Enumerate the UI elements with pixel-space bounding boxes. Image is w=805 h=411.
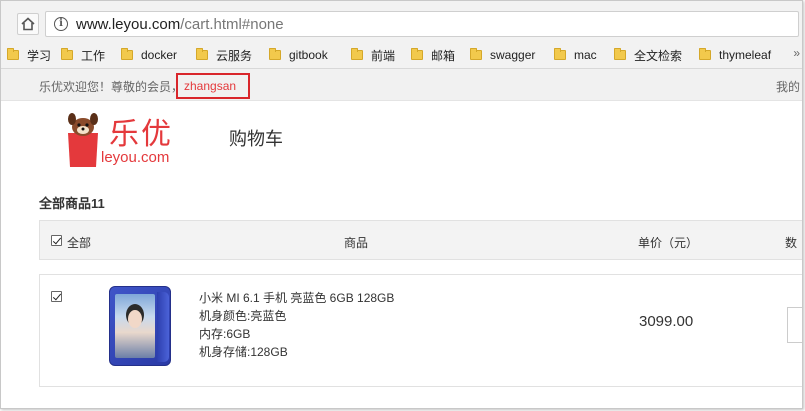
bookmark-frontend[interactable]: 前端 xyxy=(351,47,395,63)
home-button[interactable] xyxy=(17,13,39,35)
folder-icon xyxy=(470,48,482,60)
folder-icon xyxy=(7,48,19,60)
site-top-bar: 乐优欢迎您！尊敬的会员， zhangsan 我的 xyxy=(1,69,802,101)
cart-item-row: 小米 MI 6.1 手机 亮蓝色 6GB 128GB 机身颜色:亮蓝色 内存:6… xyxy=(39,274,802,387)
product-attr-memory: 内存:6GB xyxy=(199,327,251,341)
browser-window: i www.leyou.com/cart.html#none 学习 工作 doc… xyxy=(0,0,803,409)
bookmark-thymeleaf[interactable]: thymeleaf xyxy=(699,47,771,63)
url-text: www.leyou.com/cart.html#none xyxy=(76,16,284,33)
bookmark-work[interactable]: 工作 xyxy=(61,47,105,63)
bookmark-label: 全文检索 xyxy=(634,48,683,63)
folder-icon xyxy=(411,48,423,60)
phone-screen xyxy=(115,294,155,358)
product-unit-price: 3099.00 xyxy=(639,313,694,330)
item-checkbox[interactable] xyxy=(51,291,62,302)
cart-table-header: 全部 商品 单价（元） 数 xyxy=(39,220,802,260)
bookmark-gitbook[interactable]: gitbook xyxy=(269,47,328,63)
folder-icon xyxy=(196,48,208,60)
bookmark-learning[interactable]: 学习 xyxy=(7,47,51,63)
logo-domain: leyou.com xyxy=(101,149,170,166)
bookmark-fulltext-search[interactable]: 全文检索 xyxy=(614,47,682,63)
bookmark-label: gitbook xyxy=(289,48,328,62)
bookmark-label: swagger xyxy=(490,48,536,62)
page-title: 购物车 xyxy=(229,129,283,149)
bookmark-docker[interactable]: docker xyxy=(121,47,177,63)
bookmark-label: 邮箱 xyxy=(431,48,456,63)
folder-icon xyxy=(269,48,281,60)
info-icon[interactable]: i xyxy=(54,17,68,31)
username-link[interactable]: zhangsan xyxy=(184,79,236,93)
bookmark-label: 工作 xyxy=(81,48,106,63)
all-items-count[interactable]: 全部商品11 xyxy=(39,193,105,212)
welcome-text: 乐优欢迎您！尊敬的会员， xyxy=(39,80,184,94)
bookmark-label: mac xyxy=(574,48,597,62)
phone-edge xyxy=(157,292,169,362)
bookmarks-bar: 学习 工作 docker 云服务 gitbook 前端 邮箱 swagger m… xyxy=(1,41,802,69)
select-all-checkbox[interactable] xyxy=(51,235,62,246)
column-product: 商品 xyxy=(344,236,369,250)
folder-icon xyxy=(554,48,566,60)
my-account-link[interactable]: 我的 xyxy=(776,78,800,95)
url-input[interactable]: i www.leyou.com/cart.html#none xyxy=(45,11,799,37)
bookmark-mac[interactable]: mac xyxy=(554,47,597,63)
bookmark-cloud[interactable]: 云服务 xyxy=(196,47,252,63)
bookmarks-overflow-icon[interactable]: » xyxy=(793,46,800,60)
folder-icon xyxy=(61,48,73,60)
bookmark-label: 学习 xyxy=(27,48,52,63)
select-all-label[interactable]: 全部 xyxy=(67,234,91,251)
folder-icon xyxy=(351,48,363,60)
column-unit-price: 单价（元） xyxy=(638,236,699,250)
bookmark-label: docker xyxy=(141,48,178,62)
home-icon xyxy=(21,17,35,31)
bookmark-label: 云服务 xyxy=(216,48,253,63)
product-image[interactable] xyxy=(109,286,171,366)
url-host: www.leyou.com xyxy=(76,16,181,33)
folder-icon xyxy=(614,48,626,60)
url-path: /cart.html#none xyxy=(180,16,284,33)
product-attr-storage: 机身存储:128GB xyxy=(199,345,288,359)
address-bar-row: i www.leyou.com/cart.html#none xyxy=(1,1,802,41)
folder-icon xyxy=(699,48,711,60)
bookmark-email[interactable]: 邮箱 xyxy=(411,47,455,63)
phone-wallpaper-face xyxy=(128,310,142,328)
product-attr-color: 机身颜色:亮蓝色 xyxy=(199,309,287,323)
folder-icon xyxy=(121,48,133,60)
product-name[interactable]: 小米 MI 6.1 手机 亮蓝色 6GB 128GB xyxy=(199,289,394,306)
column-quantity: 数 xyxy=(785,236,798,250)
logo-text: 乐优 xyxy=(109,117,173,152)
bookmark-label: 前端 xyxy=(371,48,396,63)
bookmark-label: thymeleaf xyxy=(719,48,772,62)
bookmark-swagger[interactable]: swagger xyxy=(470,47,535,63)
site-logo[interactable]: 乐优 leyou.com xyxy=(65,109,183,171)
username-highlight[interactable]: zhangsan xyxy=(176,73,250,99)
quantity-stepper[interactable] xyxy=(787,307,802,343)
